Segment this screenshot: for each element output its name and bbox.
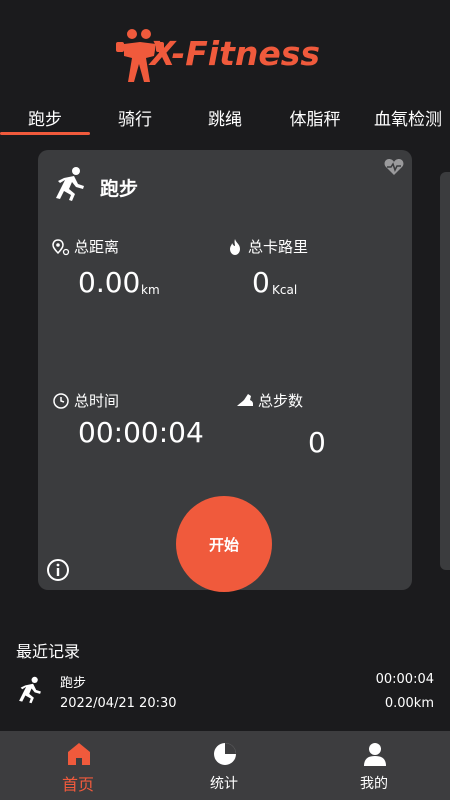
nav-statistics[interactable]: 统计 — [164, 731, 284, 800]
card-title: 跑步 — [100, 178, 139, 200]
app-logo: X-Fitness — [110, 22, 350, 92]
calories-label-group: 总卡路里 — [226, 236, 308, 257]
steps-value: 0 — [308, 426, 326, 459]
heart-rate-icon[interactable] — [384, 158, 404, 176]
distance-label-group: 总距离 — [52, 236, 119, 257]
time-value: 00:00:04 — [78, 416, 204, 449]
start-button[interactable]: 开始 — [176, 496, 272, 592]
running-summary-card: 跑步 总距离 0.00 km 总卡路里 0 Kcal 总时间 00:00:04 … — [38, 150, 412, 592]
location-pin-icon — [52, 238, 70, 255]
bottom-navigation: 首页 统计 我的 — [0, 731, 450, 800]
record-date: 2022/04/21 20:30 — [60, 696, 177, 711]
nav-profile[interactable]: 我的 — [314, 731, 434, 800]
steps-label-group: 总步数 — [236, 390, 303, 411]
pie-chart-icon — [214, 743, 236, 765]
time-label-group: 总时间 — [52, 390, 119, 411]
info-icon[interactable] — [46, 558, 70, 582]
steps-label: 总步数 — [258, 392, 304, 410]
recent-records-title: 最近记录 — [16, 642, 81, 661]
calories-label: 总卡路里 — [248, 238, 309, 256]
runner-icon — [19, 676, 41, 704]
record-activity-name: 跑步 — [60, 676, 87, 691]
nav-profile-label: 我的 — [360, 776, 388, 792]
shoe-icon — [237, 393, 253, 406]
user-icon — [364, 743, 386, 766]
distance-label: 总距离 — [74, 238, 120, 256]
record-distance: 0.00km — [384, 696, 434, 711]
record-duration: 00:00:04 — [375, 672, 434, 687]
calories-unit: Kcal — [272, 283, 298, 297]
distance-unit: km — [141, 283, 160, 297]
app-screen: X-Fitness 跑步 骑行 跳绳 体脂秤 血氧检测 跑步 总距离 0.00 … — [0, 0, 450, 800]
time-label: 总时间 — [74, 392, 120, 410]
active-tab-indicator — [0, 132, 90, 135]
nav-home-label: 首页 — [61, 775, 94, 794]
tab-blood-oxygen[interactable]: 血氧检测 — [360, 102, 450, 138]
distance-value: 0.00 — [78, 266, 141, 299]
clock-icon — [53, 392, 69, 409]
nav-statistics-label: 统计 — [210, 776, 238, 792]
tab-cycling[interactable]: 骑行 — [90, 102, 180, 138]
next-card-peek[interactable] — [440, 172, 450, 570]
logo-wordmark: X-Fitness — [150, 34, 321, 73]
calories-value: 0 — [252, 266, 270, 299]
home-icon — [68, 743, 90, 765]
tab-jump-rope[interactable]: 跳绳 — [180, 102, 270, 138]
record-row[interactable]: 跑步 2022/04/21 20:30 00:00:04 0.00km — [0, 666, 450, 716]
flame-icon — [230, 238, 240, 255]
tab-body-fat-scale[interactable]: 体脂秤 — [270, 102, 360, 138]
runner-icon — [56, 167, 84, 201]
nav-home[interactable]: 首页 — [18, 731, 138, 800]
